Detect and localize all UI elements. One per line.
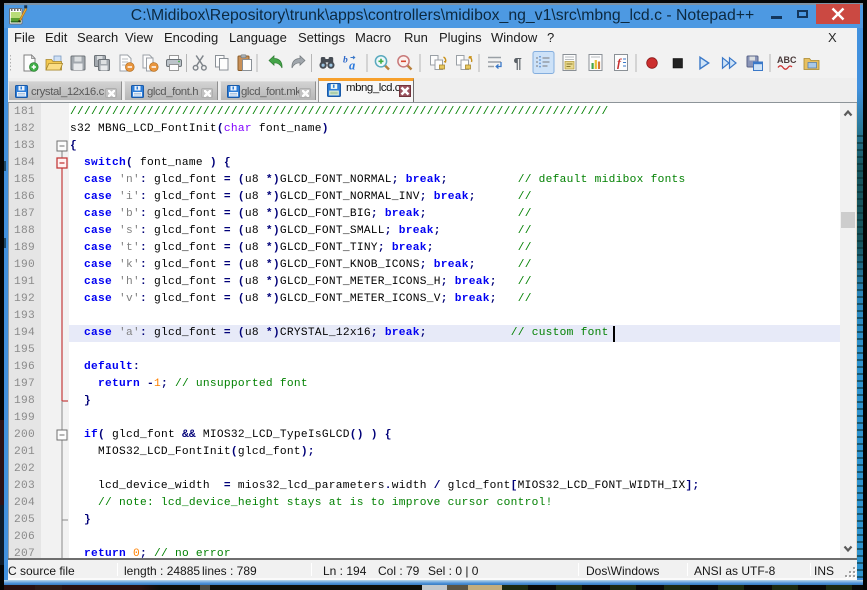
svg-text:ABC: ABC [777,55,797,65]
svg-text:b: b [343,56,348,66]
svg-text:¶: ¶ [514,55,522,72]
svg-text:a: a [349,59,355,73]
